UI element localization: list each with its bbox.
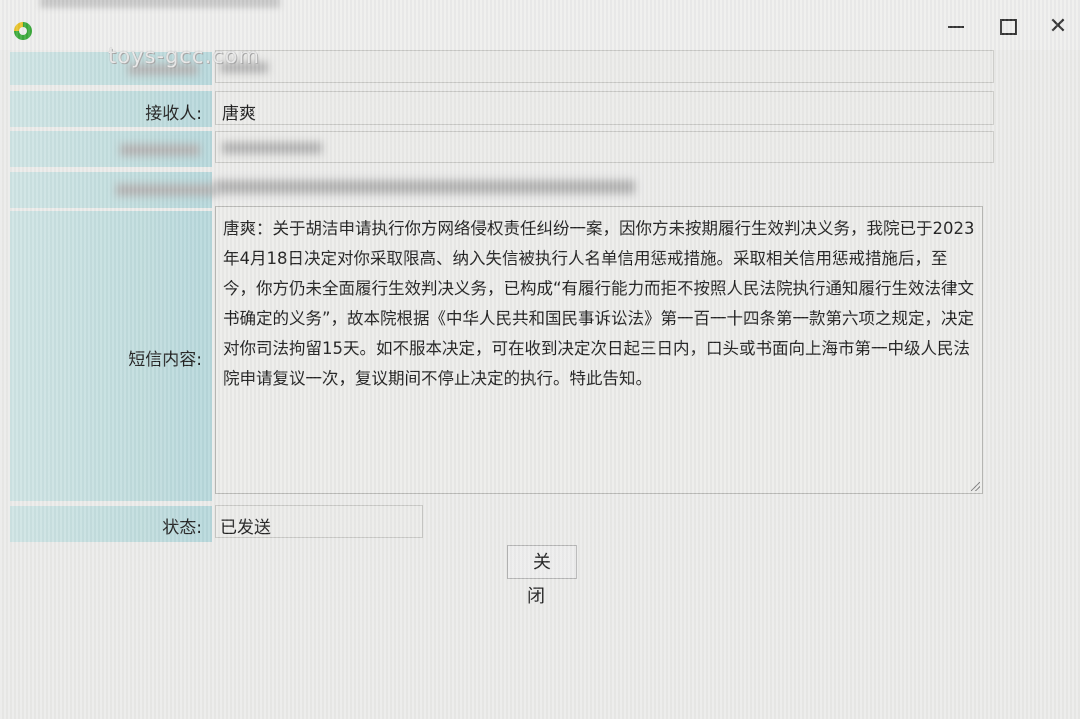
blurred-row-label — [116, 184, 216, 196]
maximize-button[interactable] — [990, 14, 1026, 40]
status-field: 已发送 — [215, 505, 423, 538]
recipient-label-cell: 接收人: — [10, 91, 212, 127]
message-label: 短信内容: — [128, 350, 202, 370]
window-title-blurred — [40, 0, 280, 8]
phone-field — [215, 131, 994, 163]
close-window-button[interactable]: ✕ — [1040, 14, 1076, 40]
message-label-cell: 短信内容: — [10, 211, 212, 501]
app-logo-icon — [14, 22, 32, 40]
message-text: 唐爽：关于胡洁申请执行你方网络侵权责任纠纷一案，因你方未按期履行生效判决义务，我… — [223, 219, 975, 388]
message-textarea[interactable]: 唐爽：关于胡洁申请执行你方网络侵权责任纠纷一案，因你方未按期履行生效判决义务，我… — [215, 206, 983, 494]
resize-grip-icon[interactable] — [971, 482, 980, 491]
sender-field — [215, 50, 994, 83]
close-button[interactable]: 关闭 — [507, 545, 577, 607]
phone-label-blurred — [120, 144, 200, 156]
phone-value-blurred — [222, 142, 322, 154]
watermark-text: toys-gcc.com — [108, 44, 260, 68]
status-value: 已发送 — [220, 518, 271, 538]
status-label-cell: 状态: — [10, 506, 212, 542]
phone-label-cell — [10, 131, 212, 167]
title-bar: ✕ — [0, 0, 1080, 50]
close-icon: ✕ — [1048, 14, 1068, 39]
minimize-button[interactable] — [938, 14, 974, 40]
status-label: 状态: — [162, 518, 202, 538]
recipient-value: 唐爽 — [222, 104, 256, 124]
recipient-field: 唐爽 — [215, 91, 994, 125]
recipient-label: 接收人: — [145, 104, 202, 124]
blurred-row-value — [215, 180, 635, 194]
blurred-row-label-cell — [10, 172, 216, 208]
